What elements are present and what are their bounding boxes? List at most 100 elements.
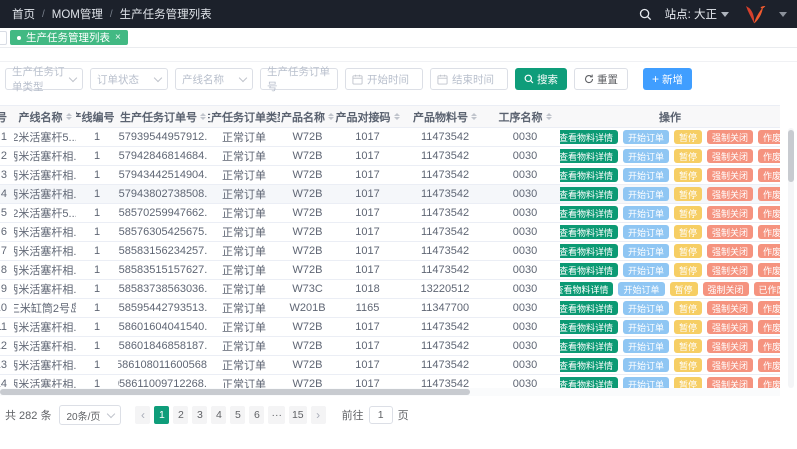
- start-order-button[interactable]: 开始订单: [623, 168, 669, 182]
- start-order-button[interactable]: 开始订单: [623, 244, 669, 258]
- pause-button[interactable]: 暂停: [674, 339, 702, 353]
- header-line-no[interactable]: 产线编号: [76, 106, 118, 127]
- pause-button[interactable]: 暂停: [674, 168, 702, 182]
- tab-stub[interactable]: [0, 31, 7, 45]
- view-material-button[interactable]: 查看物料详情: [560, 206, 618, 220]
- site-selector[interactable]: 站点: 大正: [665, 6, 729, 22]
- pager-page-15[interactable]: 15: [289, 406, 307, 424]
- goto-page-input[interactable]: [369, 406, 393, 424]
- sort-icon[interactable]: [394, 113, 400, 120]
- view-material-button[interactable]: 查看物料详情: [560, 225, 618, 239]
- pager-page-3[interactable]: 3: [192, 406, 207, 424]
- pause-button[interactable]: 暂停: [674, 130, 702, 144]
- pause-button[interactable]: 暂停: [674, 187, 702, 201]
- view-material-button[interactable]: 查看物料详情: [560, 263, 618, 277]
- horizontal-scrollbar-thumb[interactable]: [0, 389, 470, 395]
- force-close-button[interactable]: 强制关闭: [707, 339, 753, 353]
- force-close-button[interactable]: 强制关闭: [707, 358, 753, 372]
- void-button[interactable]: 作废: [758, 149, 780, 163]
- void-button[interactable]: 已作废: [754, 282, 780, 296]
- start-order-button[interactable]: 开始订单: [623, 187, 669, 201]
- breadcrumb-home[interactable]: 首页: [12, 6, 35, 22]
- active-page-tag[interactable]: 生产任务管理列表 ×: [10, 30, 128, 45]
- vertical-scrollbar[interactable]: [788, 128, 794, 388]
- header-index[interactable]: 序号: [0, 106, 14, 127]
- view-material-button[interactable]: 查看物料详情: [560, 187, 618, 201]
- force-close-button[interactable]: 强制关闭: [707, 301, 753, 315]
- void-button[interactable]: 作废: [758, 130, 780, 144]
- view-material-button[interactable]: 查看物料详情: [560, 301, 618, 315]
- start-order-button[interactable]: 开始订单: [623, 130, 669, 144]
- sort-icon[interactable]: [328, 113, 334, 120]
- start-order-button[interactable]: 开始订单: [623, 320, 669, 334]
- close-icon[interactable]: ×: [115, 33, 121, 43]
- void-button[interactable]: 作废: [758, 187, 780, 201]
- vertical-scrollbar-thumb[interactable]: [788, 130, 794, 182]
- pager-prev-button[interactable]: ‹: [135, 406, 150, 424]
- line-name-select[interactable]: 产线名称: [175, 68, 253, 90]
- force-close-button[interactable]: 强制关闭: [707, 168, 753, 182]
- start-order-button[interactable]: 开始订单: [623, 206, 669, 220]
- pager-ellipsis[interactable]: ···: [268, 406, 285, 424]
- sort-icon[interactable]: [546, 113, 552, 120]
- force-close-button[interactable]: 强制关闭: [703, 282, 749, 296]
- pause-button[interactable]: 暂停: [674, 225, 702, 239]
- view-material-button[interactable]: 查看物料详情: [560, 377, 618, 388]
- chevron-down-icon[interactable]: [779, 12, 787, 17]
- pager-page-6[interactable]: 6: [249, 406, 264, 424]
- start-order-button[interactable]: 开始订单: [623, 358, 669, 372]
- void-button[interactable]: 作废: [758, 339, 780, 353]
- force-close-button[interactable]: 强制关闭: [707, 377, 753, 388]
- search-button[interactable]: 搜索: [515, 68, 567, 90]
- order-no-input[interactable]: 生产任务订单号: [260, 68, 338, 90]
- start-order-button[interactable]: 开始订单: [623, 339, 669, 353]
- force-close-button[interactable]: 强制关闭: [707, 263, 753, 277]
- force-close-button[interactable]: 强制关闭: [707, 206, 753, 220]
- force-close-button[interactable]: 强制关闭: [707, 244, 753, 258]
- start-order-button[interactable]: 开始订单: [623, 377, 669, 388]
- sort-icon[interactable]: [200, 113, 206, 120]
- start-order-button[interactable]: 开始订单: [623, 301, 669, 315]
- horizontal-scrollbar[interactable]: [0, 388, 780, 396]
- order-type-select[interactable]: 生产任务订单类型: [5, 68, 83, 90]
- pause-button[interactable]: 暂停: [674, 206, 702, 220]
- void-button[interactable]: 作废: [758, 301, 780, 315]
- start-order-button[interactable]: 开始订单: [623, 263, 669, 277]
- pause-button[interactable]: 暂停: [674, 149, 702, 163]
- start-order-button[interactable]: 开始订单: [623, 149, 669, 163]
- add-button[interactable]: + 新增: [643, 68, 692, 90]
- pause-button[interactable]: 暂停: [674, 320, 702, 334]
- header-process-name[interactable]: 工序名称: [490, 106, 560, 127]
- pager-page-5[interactable]: 5: [230, 406, 245, 424]
- pause-button[interactable]: 暂停: [674, 244, 702, 258]
- view-material-button[interactable]: 查看物料详情: [560, 244, 618, 258]
- view-material-button[interactable]: 查看物料详情: [560, 149, 618, 163]
- pager-page-1[interactable]: 1: [154, 406, 169, 424]
- phoenix-logo[interactable]: [742, 5, 766, 24]
- start-time-picker[interactable]: 开始时间: [345, 68, 423, 90]
- void-button[interactable]: 作废: [758, 168, 780, 182]
- void-button[interactable]: 作废: [758, 244, 780, 258]
- pause-button[interactable]: 暂停: [670, 282, 698, 296]
- force-close-button[interactable]: 强制关闭: [707, 187, 753, 201]
- force-close-button[interactable]: 强制关闭: [707, 225, 753, 239]
- header-dock-code[interactable]: 产品对接码: [335, 106, 400, 127]
- start-order-button[interactable]: 开始订单: [618, 282, 664, 296]
- header-material-no[interactable]: 产品物料号: [400, 106, 490, 127]
- view-material-button[interactable]: 查看物料详情: [560, 130, 618, 144]
- view-material-button[interactable]: 查看物料详情: [560, 168, 618, 182]
- view-material-button[interactable]: 查看物料详情: [560, 358, 618, 372]
- pause-button[interactable]: 暂停: [674, 358, 702, 372]
- view-material-button[interactable]: 查看物料详情: [560, 339, 618, 353]
- end-time-picker[interactable]: 结束时间: [430, 68, 508, 90]
- start-order-button[interactable]: 开始订单: [623, 225, 669, 239]
- force-close-button[interactable]: 强制关闭: [707, 320, 753, 334]
- pager-page-2[interactable]: 2: [173, 406, 188, 424]
- view-material-button[interactable]: 查看物料详情: [560, 320, 618, 334]
- pause-button[interactable]: 暂停: [674, 263, 702, 277]
- search-icon[interactable]: [639, 8, 652, 21]
- breadcrumb-mom[interactable]: MOM管理: [52, 6, 103, 22]
- order-status-select[interactable]: 订单状态: [90, 68, 168, 90]
- force-close-button[interactable]: 强制关闭: [707, 149, 753, 163]
- void-button[interactable]: 作废: [758, 358, 780, 372]
